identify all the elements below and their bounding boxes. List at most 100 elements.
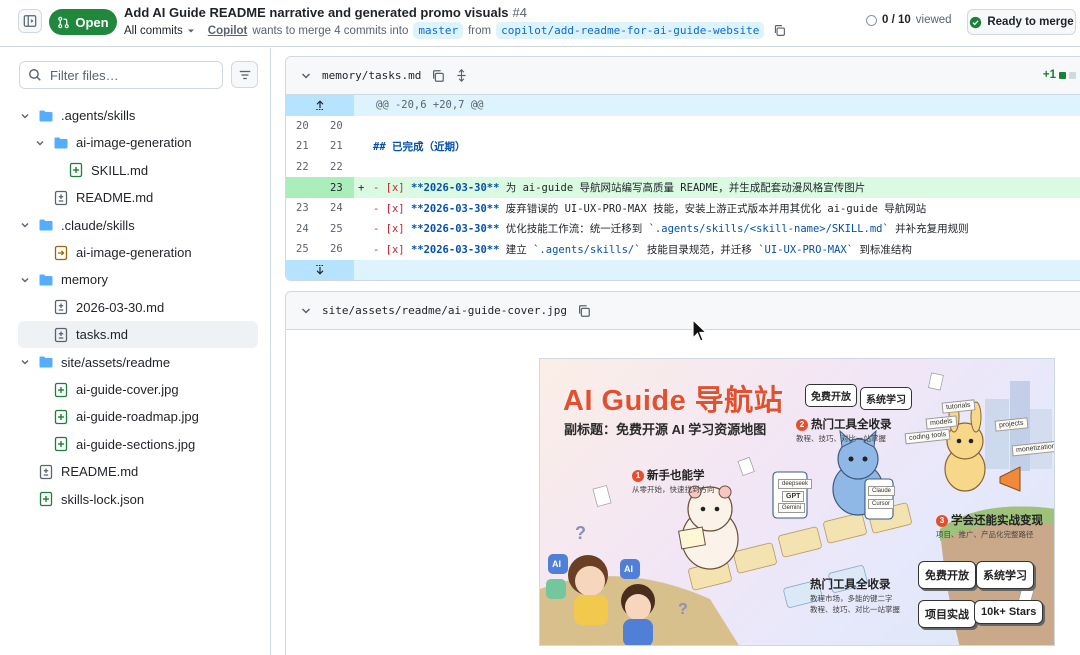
new-line-number[interactable]: 23 <box>320 182 354 194</box>
file-diff-tasks-md: memory/tasks.md +1 @@ -20,6 +20,7 @@ 20 2… <box>285 56 1080 282</box>
pr-title: Add AI Guide README narrative and genera… <box>124 5 527 20</box>
new-line-number[interactable]: 25 <box>320 223 354 235</box>
folder-icon <box>53 135 69 151</box>
new-line-number[interactable]: 26 <box>320 243 354 255</box>
triangle-down-icon <box>187 29 194 32</box>
filter-files-input[interactable]: Filter files… <box>19 61 223 89</box>
new-line-number[interactable]: 20 <box>320 120 354 132</box>
old-line-number[interactable]: 22 <box>286 161 320 173</box>
promo-callout-3: 3 学会还能实战变现 项目、推广、产品化完整路径 <box>936 512 1043 540</box>
chevron-down-icon[interactable] <box>33 136 47 150</box>
new-line-number[interactable]: 21 <box>320 140 354 152</box>
file-path[interactable]: memory/tasks.md <box>322 69 421 82</box>
ready-to-merge-label: Ready to merge <box>987 16 1074 28</box>
promo-tablet-gpt: GPT <box>782 491 805 502</box>
tree-file[interactable]: ai-guide-roadmap.jpg <box>18 403 258 430</box>
tree-file[interactable]: 2026-03-30.md <box>18 294 258 321</box>
promo-ai-badge-1: AI <box>552 559 561 569</box>
tree-file[interactable]: README.md <box>18 184 258 211</box>
tree-folder[interactable]: ai-image-generation <box>18 129 258 156</box>
expand-down-button[interactable] <box>286 259 354 281</box>
folder-icon <box>38 217 54 233</box>
new-line-number[interactable]: 22 <box>320 161 354 173</box>
promo-tag-learn: 系统学习 <box>860 387 912 410</box>
file-added-icon <box>68 162 84 178</box>
toggle-file-tree-button[interactable] <box>18 9 42 33</box>
chevron-down-icon[interactable] <box>300 305 312 317</box>
chevron-down-icon[interactable] <box>18 355 32 369</box>
old-line-number[interactable]: 23 <box>286 202 320 214</box>
task-text: 废弃错误的 UI-UX-PRO-MAX 技能，安装上游正式版本并用其优化 ai-… <box>499 202 927 215</box>
tree-file[interactable]: ai-image-generation <box>18 239 258 266</box>
pr-title-text: Add AI Guide README narrative and genera… <box>124 5 509 20</box>
tree-file[interactable]: ai-guide-sections.jpg <box>18 431 258 458</box>
task-date: **2026-03-30** <box>410 182 500 195</box>
file-path[interactable]: site/assets/readme/ai-guide-cover.jpg <box>322 304 567 317</box>
tree-folder[interactable]: site/assets/readme <box>18 349 258 376</box>
filter-options-button[interactable] <box>231 61 258 88</box>
promo-tablet-deepseek: deepseek <box>778 479 813 489</box>
promo-title: AI Guide 导航站 <box>563 385 784 417</box>
author-link[interactable]: Copilot <box>208 25 248 37</box>
task-text: 建立 ` <box>499 243 540 256</box>
tree-file[interactable]: skills-lock.json <box>18 486 258 513</box>
chevron-down-icon[interactable] <box>300 70 312 82</box>
tree-folder[interactable]: memory <box>18 266 258 293</box>
sidebar-expand-icon <box>23 15 37 27</box>
task-text: 为 ai-guide 导航网站编写高质量 README，并生成配套动漫风格宣传图… <box>499 182 866 195</box>
chevron-down-icon[interactable] <box>18 109 32 123</box>
viewed-progress: 0 / 10 viewed <box>866 14 952 26</box>
promo-callout-1-text: 新手也能学 <box>647 470 705 482</box>
tree-item-label: skills-lock.json <box>61 491 145 507</box>
promo-ai-badge-2: AI <box>624 564 633 574</box>
ready-to-merge-button[interactable]: Ready to merge <box>967 9 1076 35</box>
code-content: - [x] **2026-03-30** 建立 `.agents/skills/… <box>370 242 912 257</box>
promo-tag-free-bottom: 免费开放 <box>918 561 976 589</box>
diff-line-added: 23 + - [x] **2026-03-30** 为 ai-guide 导航网站编… <box>286 177 1080 198</box>
line-text: ## 已完成（近期） <box>373 140 466 153</box>
tree-file[interactable]: SKILL.md <box>18 157 258 184</box>
base-branch[interactable]: master <box>413 22 464 39</box>
file-diff-icon <box>53 299 69 315</box>
copy-branch-button[interactable] <box>773 24 786 37</box>
code-content: - [x] **2026-03-30** 为 ai-guide 导航网站编写高质… <box>370 180 865 195</box>
pr-header: Open Add AI Guide README narrative and g… <box>0 0 1080 47</box>
file-diff-cover-jpg: site/assets/readme/ai-guide-cover.jpg ? … <box>285 291 1080 655</box>
chevron-down-icon[interactable] <box>18 273 32 287</box>
promo-callout-1: 1 新手也能学 从零开始，快速找到方向 <box>632 467 715 495</box>
tree-folder[interactable]: .claude/skills <box>18 212 258 239</box>
commits-dropdown[interactable]: All commits <box>124 25 195 37</box>
task-checkbox-text: - [x] <box>373 202 411 215</box>
file-tree-sidebar: Filter files… .agents/skills ai-image-gen… <box>0 48 271 655</box>
copy-icon[interactable] <box>431 69 445 83</box>
chevron-down-icon[interactable] <box>18 218 32 232</box>
old-line-number[interactable]: 24 <box>286 223 320 235</box>
tree-folder[interactable]: .agents/skills <box>18 102 258 129</box>
copy-icon[interactable] <box>577 304 591 318</box>
diff-line-context: 22 22 <box>286 157 1080 178</box>
unfold-icon[interactable] <box>455 69 468 82</box>
tree-file[interactable]: ai-guide-cover.jpg <box>18 376 258 403</box>
folder-icon <box>38 108 54 124</box>
task-text-tail: ` 技能目录规范，并迁移 ` <box>634 243 765 256</box>
new-line-number[interactable]: 24 <box>320 202 354 214</box>
tree-item-label: site/assets/readme <box>61 354 171 370</box>
old-line-number[interactable]: 25 <box>286 243 320 255</box>
expand-up-button[interactable] <box>286 95 354 116</box>
old-line-number[interactable]: 21 <box>286 140 320 152</box>
head-branch[interactable]: copilot/add-readme-for-ai-guide-website <box>496 22 765 39</box>
promo-tablet-cursor: Cursor <box>868 499 895 509</box>
tree-file[interactable]: README.md <box>18 458 258 485</box>
tree-file[interactable]: tasks.md <box>18 321 258 349</box>
pr-state-label: Open <box>75 14 109 30</box>
promo-tag-stars: 10k+ Stars <box>974 600 1044 624</box>
diff-view: memory/tasks.md +1 @@ -20,6 +20,7 @@ 20 2… <box>272 48 1080 655</box>
tree-item-label: ai-guide-cover.jpg <box>76 382 179 397</box>
old-line-number[interactable]: 20 <box>286 120 320 132</box>
fold-down-icon <box>316 265 324 275</box>
diff-line-context: 23 24 - [x] **2026-03-30** 废弃错误的 UI-UX-PRO… <box>286 198 1080 219</box>
